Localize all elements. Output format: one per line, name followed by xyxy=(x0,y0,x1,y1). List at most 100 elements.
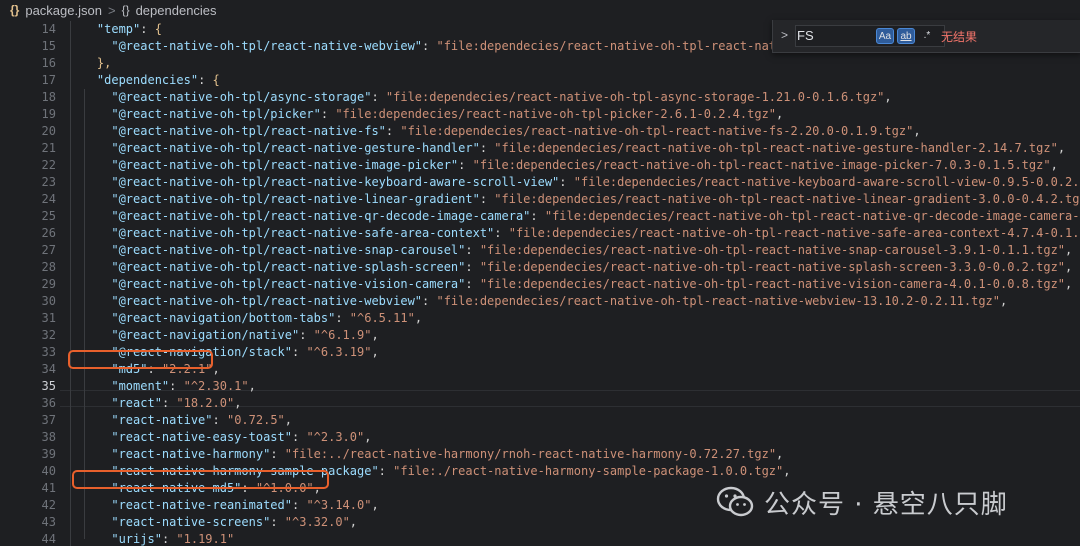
code-line[interactable]: 30 "@react-native-oh-tpl/react-native-we… xyxy=(0,293,1080,310)
line-number: 37 xyxy=(41,413,56,427)
token: , xyxy=(349,515,358,529)
token: { xyxy=(154,22,162,36)
line-number: 42 xyxy=(41,498,56,512)
highlight-box-md5 xyxy=(68,350,213,369)
token: , xyxy=(884,90,892,104)
code-text: "moment": "^2.30.1", xyxy=(68,378,256,395)
line-number: 20 xyxy=(41,124,56,138)
token: "^6.1.9" xyxy=(313,328,372,342)
token: : xyxy=(465,277,480,291)
code-line[interactable]: 25 "@react-native-oh-tpl/react-native-qr… xyxy=(0,208,1080,225)
token: "react-native-reanimated" xyxy=(111,498,292,512)
code-text: "@react-native-oh-tpl/react-native-fs": … xyxy=(68,123,920,140)
code-text: "@react-native-oh-tpl/react-native-keybo… xyxy=(68,174,1080,191)
token: "@react-native-oh-tpl/react-native-linea… xyxy=(111,192,480,206)
code-line[interactable]: 28 "@react-native-oh-tpl/react-native-sp… xyxy=(0,259,1080,276)
token: , xyxy=(783,464,791,478)
token: "@react-native-oh-tpl/react-native-qr-de… xyxy=(111,209,531,223)
code-line[interactable]: 18 "@react-native-oh-tpl/async-storage":… xyxy=(0,89,1080,106)
watermark-text: 公众号 · 悬空八只脚 xyxy=(764,489,1008,520)
code-line[interactable]: 26 "@react-native-oh-tpl/react-native-sa… xyxy=(0,225,1080,242)
whole-word-button[interactable]: ab xyxy=(897,28,915,44)
token: }, xyxy=(96,56,112,70)
watermark: 公众号 · 悬空八只脚 xyxy=(716,482,1008,522)
code-line[interactable]: 39 "react-native-harmony": "file:../reac… xyxy=(0,446,1080,463)
wechat-icon xyxy=(716,486,754,517)
token: : xyxy=(161,532,177,546)
code-line[interactable]: 22 "@react-native-oh-tpl/react-native-im… xyxy=(0,157,1080,174)
line-number: 17 xyxy=(41,73,56,87)
token: , xyxy=(1057,141,1066,155)
token: : xyxy=(479,141,495,155)
token: "@react-native-oh-tpl/async-storage" xyxy=(111,90,372,104)
token: , xyxy=(364,430,372,444)
breadcrumb-file[interactable]: package.json xyxy=(25,3,102,18)
code-line[interactable]: 17 "dependencies": { xyxy=(0,72,1080,89)
token: "file:dependecies/react-native-oh-tpl-re… xyxy=(544,209,1080,223)
code-text: "@react-navigation/bottom-tabs": "^6.5.1… xyxy=(68,310,422,327)
code-editor[interactable]: 14 "temp": {15 "@react-native-oh-tpl/rea… xyxy=(0,21,1080,546)
token: "@react-native-oh-tpl/react-native-webvi… xyxy=(111,39,423,53)
token: "file:dependecies/react-native-oh-tpl-re… xyxy=(472,158,1051,172)
code-text: "@react-native-oh-tpl/react-native-image… xyxy=(68,157,1057,174)
toggle-replace-icon[interactable]: > xyxy=(781,28,788,42)
code-line[interactable]: 23 "@react-native-oh-tpl/react-native-ke… xyxy=(0,174,1080,191)
token: , xyxy=(1065,277,1073,291)
token: : xyxy=(371,90,386,104)
find-input-value: FS xyxy=(797,28,814,43)
line-number: 22 xyxy=(41,158,56,172)
code-text: "@react-native-oh-tpl/react-native-snap-… xyxy=(68,242,1072,259)
code-text: "@react-native-oh-tpl/react-native-linea… xyxy=(68,191,1080,208)
regex-button[interactable]: .* xyxy=(918,28,936,44)
token: "file:dependecies/react-native-oh-tpl-re… xyxy=(479,277,1066,291)
code-line[interactable]: 35 "moment": "^2.30.1", xyxy=(0,378,1080,395)
token: : xyxy=(169,379,184,393)
code-text: "react-native-easy-toast": "^2.3.0", xyxy=(68,429,371,446)
code-line[interactable]: 21 "@react-native-oh-tpl/react-native-ge… xyxy=(0,140,1080,157)
token: : xyxy=(140,22,155,36)
token: "^3.14.0" xyxy=(306,498,372,512)
code-line[interactable]: 19 "@react-native-oh-tpl/picker": "file:… xyxy=(0,106,1080,123)
token: : xyxy=(270,515,285,529)
breadcrumb-node[interactable]: dependencies xyxy=(136,3,217,18)
token: : xyxy=(465,243,480,257)
code-line[interactable]: 20 "@react-native-oh-tpl/react-native-fs… xyxy=(0,123,1080,140)
code-line[interactable]: 36 "react": "18.2.0", xyxy=(0,395,1080,412)
token: , xyxy=(248,379,256,393)
code-line[interactable]: 37 "react-native": "0.72.5", xyxy=(0,412,1080,429)
token: "@react-native-oh-tpl/react-native-snap-… xyxy=(111,243,466,257)
match-case-button[interactable]: Aa xyxy=(876,28,894,44)
chevron-right-icon: > xyxy=(107,2,116,18)
token: , xyxy=(1000,294,1008,308)
code-line[interactable]: 31 "@react-navigation/bottom-tabs": "^6.… xyxy=(0,310,1080,327)
code-line[interactable]: 24 "@react-native-oh-tpl/react-native-li… xyxy=(0,191,1080,208)
token: , xyxy=(371,498,379,512)
code-text: "react": "18.2.0", xyxy=(68,395,241,412)
line-number: 27 xyxy=(41,243,56,257)
code-line[interactable]: 38 "react-native-easy-toast": "^2.3.0", xyxy=(0,429,1080,446)
line-number: 40 xyxy=(41,464,56,478)
code-line[interactable]: 29 "@react-native-oh-tpl/react-native-vi… xyxy=(0,276,1080,293)
line-number: 43 xyxy=(41,515,56,529)
code-text: "urijs": "1.19.1" xyxy=(68,531,234,546)
token: "moment" xyxy=(111,379,170,393)
code-line[interactable]: 16 }, xyxy=(0,55,1080,72)
token: "@react-navigation/native" xyxy=(111,328,300,342)
code-line[interactable]: 44 "urijs": "1.19.1" xyxy=(0,531,1080,546)
line-number: 16 xyxy=(41,56,56,70)
line-number: 30 xyxy=(41,294,56,308)
code-text: "@react-native-oh-tpl/react-native-webvi… xyxy=(68,293,1007,310)
token: "^3.32.0" xyxy=(284,515,350,529)
code-line[interactable]: 27 "@react-native-oh-tpl/react-native-sn… xyxy=(0,242,1080,259)
code-line[interactable]: 32 "@react-navigation/native": "^6.1.9", xyxy=(0,327,1080,344)
